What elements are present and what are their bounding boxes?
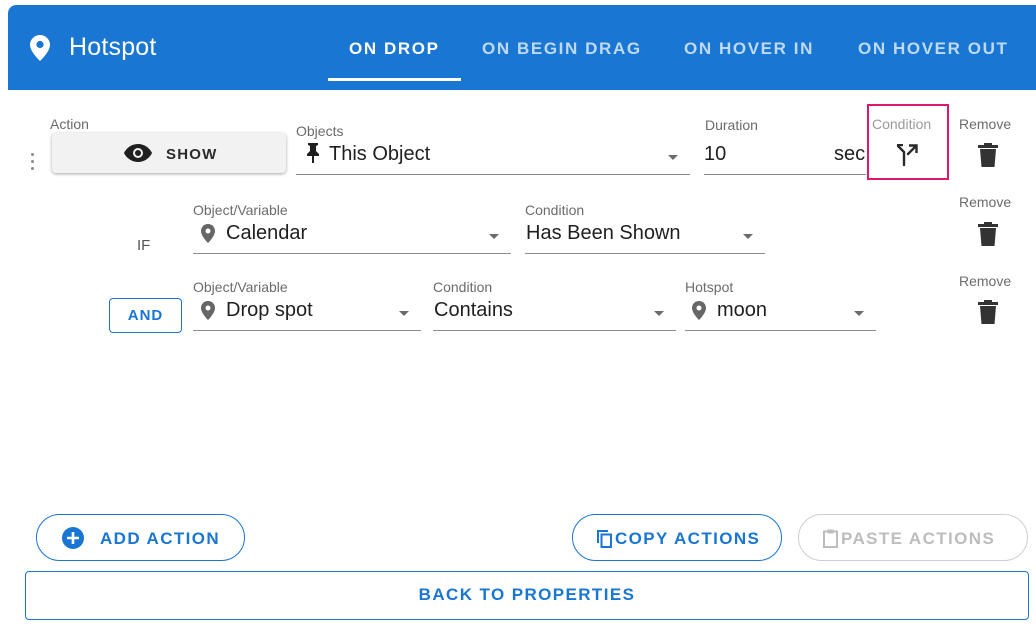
- chevron-down-icon: [654, 311, 664, 316]
- map-pin-icon: [201, 224, 215, 243]
- condition-label: Condition: [872, 116, 932, 132]
- hotspot-value: moon: [717, 299, 768, 321]
- add-action-label: ADD ACTION: [100, 529, 221, 548]
- if-condition-value: Has Been Shown: [526, 222, 681, 244]
- if-prefix: IF: [137, 237, 151, 254]
- and-button[interactable]: AND: [109, 298, 182, 333]
- if-object-select[interactable]: Calendar: [193, 216, 511, 254]
- add-action-button[interactable]: ADD ACTION: [36, 514, 245, 561]
- pushpin-icon: [307, 143, 319, 163]
- tab-on-hover-in[interactable]: ON HOVER IN: [684, 39, 814, 59]
- drag-handle[interactable]: [31, 153, 35, 175]
- remove-label-and: Remove: [959, 273, 1012, 289]
- eye-icon: [124, 144, 152, 162]
- paste-actions-button[interactable]: PASTE ACTIONS: [798, 514, 1028, 561]
- action-label: Action: [50, 116, 89, 132]
- show-action-label: SHOW: [166, 146, 218, 163]
- paste-actions-label: PASTE ACTIONS: [841, 529, 996, 548]
- active-tab-indicator: [328, 78, 461, 81]
- duration-label: Duration: [705, 117, 758, 133]
- plus-circle-icon: [62, 527, 84, 549]
- copy-actions-label: COPY ACTIONS: [615, 529, 761, 548]
- clipboard-icon: [823, 529, 838, 548]
- and-condition-select[interactable]: Contains: [433, 293, 676, 331]
- duration-value: 10: [704, 143, 727, 165]
- chevron-down-icon: [489, 234, 499, 239]
- and-object-value: Drop spot: [226, 299, 313, 321]
- chevron-down-icon: [399, 311, 409, 316]
- objects-value: This Object: [329, 143, 431, 165]
- objects-select[interactable]: This Object: [296, 137, 690, 175]
- tab-on-hover-out[interactable]: ON HOVER OUT: [858, 39, 1009, 59]
- copy-actions-button[interactable]: COPY ACTIONS: [572, 514, 782, 561]
- trash-icon[interactable]: [978, 222, 998, 246]
- tab-on-begin-drag[interactable]: ON BEGIN DRAG: [482, 39, 642, 59]
- chevron-down-icon: [743, 234, 753, 239]
- copy-icon: [597, 530, 612, 548]
- panel-title: Hotspot: [69, 33, 157, 61]
- if-condition-select[interactable]: Has Been Shown: [525, 216, 765, 254]
- trash-icon[interactable]: [978, 300, 998, 324]
- remove-label-if: Remove: [959, 194, 1012, 210]
- if-object-value: Calendar: [226, 222, 308, 244]
- hotspot-panel: Hotspot ON DROP ON BEGIN DRAG ON HOVER I…: [8, 5, 1036, 635]
- chevron-down-icon: [668, 155, 678, 160]
- map-pin-icon: [692, 301, 706, 320]
- map-pin-icon: [30, 35, 50, 61]
- remove-label-action: Remove: [959, 116, 1012, 132]
- show-action-button[interactable]: SHOW: [52, 133, 286, 173]
- hotspot-select[interactable]: moon: [685, 293, 876, 331]
- duration-unit: sec: [834, 143, 866, 165]
- tab-on-drop[interactable]: ON DROP: [349, 39, 440, 59]
- and-object-select[interactable]: Drop spot: [193, 293, 421, 331]
- duration-input[interactable]: 10 sec: [704, 137, 866, 175]
- panel-header: Hotspot ON DROP ON BEGIN DRAG ON HOVER I…: [8, 5, 1036, 90]
- chevron-down-icon: [854, 311, 864, 316]
- trash-icon[interactable]: [978, 143, 998, 167]
- back-to-properties-button[interactable]: BACK TO PROPERTIES: [25, 571, 1029, 620]
- fork-icon[interactable]: [896, 144, 918, 167]
- map-pin-icon: [201, 301, 215, 320]
- and-condition-value: Contains: [434, 299, 513, 321]
